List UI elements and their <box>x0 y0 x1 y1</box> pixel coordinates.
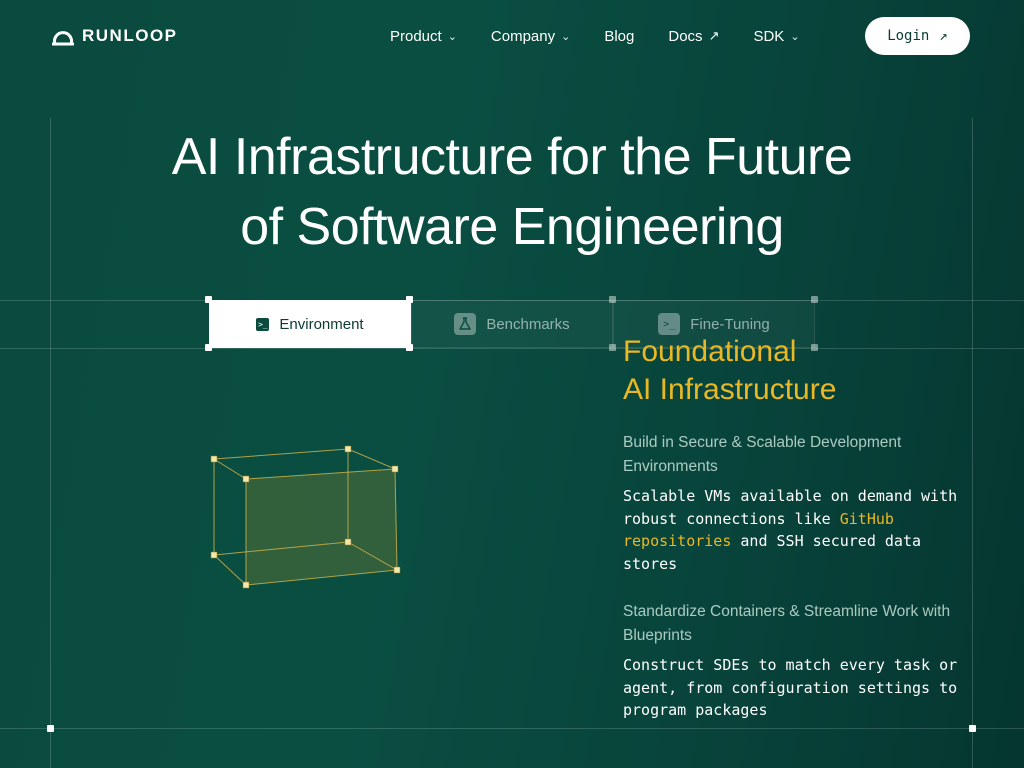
main-nav: Product ⌄ Company ⌄ Blog Docs ↗ SDK ⌄ <box>390 24 834 48</box>
terminal-icon: >_ <box>256 317 270 331</box>
panel-heading: Foundational AI Infrastructure <box>623 333 963 409</box>
hero-title-line2: of Software Engineering <box>240 198 784 256</box>
feature-block: Standardize Containers & Streamline Work… <box>623 600 963 722</box>
nav-product-label: Product <box>390 27 442 45</box>
hero-title: AI Infrastructure for the Future of Soft… <box>0 122 1024 262</box>
feature-subtitle: Standardize Containers & Streamline Work… <box>623 603 951 644</box>
feature-block: Build in Secure & Scalable Development E… <box>623 431 963 575</box>
nav-docs-label: Docs <box>668 27 703 45</box>
flask-icon <box>454 313 477 335</box>
nav-company[interactable]: Company ⌄ <box>491 24 570 48</box>
environment-cube-illustration <box>210 445 401 589</box>
feature-description: Scalable VMs available on demand with ro… <box>623 485 963 575</box>
tab-fine-tuning-label: Fine-Tuning <box>690 315 770 333</box>
login-button[interactable]: Login ↗ <box>865 17 970 55</box>
environment-panel: Foundational AI Infrastructure Build in … <box>623 333 963 719</box>
brand-logo[interactable]: RUNLOOP <box>52 26 178 46</box>
nav-product[interactable]: Product ⌄ <box>390 24 457 48</box>
site-header: RUNLOOP Product ⌄ Company ⌄ Blog Docs ↗ … <box>0 0 1024 72</box>
nav-docs[interactable]: Docs ↗ <box>668 24 719 48</box>
corner-marker <box>969 725 976 732</box>
arrow-up-right-icon: ↗ <box>939 28 948 44</box>
feature-description: Construct SDEs to match every task or ag… <box>623 656 958 719</box>
panel-heading-line1: Foundational <box>623 335 797 368</box>
selection-handle <box>406 296 413 303</box>
guide-line-bottom <box>0 728 1024 729</box>
hero-title-line1: AI Infrastructure for the Future <box>171 128 853 186</box>
feature-subtitle: Build in Secure & Scalable Development E… <box>623 434 902 475</box>
nav-sdk-label: SDK <box>753 27 785 45</box>
nav-sdk[interactable]: SDK ⌄ <box>753 24 799 48</box>
panel-heading-line2: AI Infrastructure <box>623 373 837 406</box>
selection-handle <box>205 296 212 303</box>
login-label: Login <box>887 28 930 44</box>
tab-environment[interactable]: >_ Environment <box>209 300 411 348</box>
arrow-up-right-icon: ↗ <box>708 28 720 43</box>
feature-text-before: Scalable VMs available on demand with ro… <box>623 487 958 528</box>
tab-benchmarks-label: Benchmarks <box>486 315 570 333</box>
nav-blog[interactable]: Blog <box>604 24 634 48</box>
tab-environment-label: Environment <box>279 315 364 333</box>
chevron-down-icon: ⌄ <box>561 30 571 43</box>
selection-handle <box>609 296 616 303</box>
selection-handle <box>406 344 413 351</box>
runloop-logo-icon <box>52 31 74 46</box>
chevron-down-icon: ⌄ <box>447 30 457 43</box>
selection-handle <box>609 344 616 351</box>
nav-blog-label: Blog <box>604 27 635 45</box>
brand-name: RUNLOOP <box>82 26 178 45</box>
tab-benchmarks[interactable]: Benchmarks <box>411 300 613 348</box>
nav-company-label: Company <box>490 27 556 45</box>
flask-icon-shape <box>459 317 472 330</box>
chevron-down-icon: ⌄ <box>790 30 800 43</box>
selection-handle <box>811 296 818 303</box>
corner-marker <box>47 725 54 732</box>
terminal-icon: >_ <box>658 313 681 335</box>
selection-handle <box>205 344 212 351</box>
